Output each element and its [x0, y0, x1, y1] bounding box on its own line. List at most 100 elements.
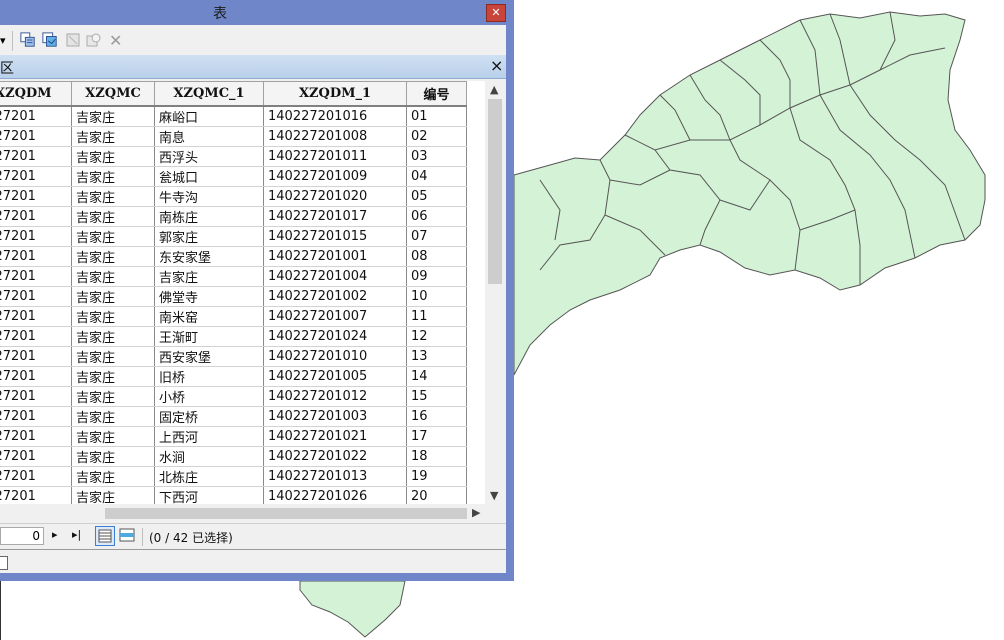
cell-number[interactable]: 12	[406, 326, 467, 347]
table-row[interactable]: 27201吉家庄南栋庄14022720101706	[0, 206, 467, 227]
cell-number[interactable]: 01	[406, 106, 467, 127]
table-row[interactable]: 27201吉家庄上西河14022720102117	[0, 426, 467, 447]
table-row[interactable]: 27201吉家庄牛寺沟14022720102005	[0, 186, 467, 207]
cell-xzqmc[interactable]: 吉家庄	[71, 226, 155, 247]
cell-xzqmc[interactable]: 吉家庄	[71, 426, 155, 447]
table-row[interactable]: 27201吉家庄佛堂寺14022720100210	[0, 286, 467, 307]
cell-xzqdm[interactable]: 27201	[0, 306, 72, 327]
map-region-south[interactable]	[299, 580, 406, 638]
cell-xzqdm-1[interactable]: 140227201004	[263, 266, 407, 287]
cell-xzqmc-1[interactable]: 北栋庄	[154, 466, 264, 487]
table-options-dropdown-icon[interactable]: ▾	[0, 34, 6, 50]
cell-xzqdm-1[interactable]: 140227201007	[263, 306, 407, 327]
cell-xzqdm[interactable]: 27201	[0, 166, 72, 187]
table-row[interactable]: 27201吉家庄北栋庄14022720101319	[0, 466, 467, 487]
table-row[interactable]: 27201吉家庄西安家堡14022720101013	[0, 346, 467, 367]
cell-number[interactable]: 16	[406, 406, 467, 427]
cell-xzqmc[interactable]: 吉家庄	[71, 366, 155, 387]
cell-xzqmc[interactable]: 吉家庄	[71, 346, 155, 367]
cell-xzqdm[interactable]: 27201	[0, 446, 72, 467]
delete-selected-icon[interactable]: ✕	[109, 31, 122, 50]
table-row[interactable]: 27201吉家庄西浮头14022720101103	[0, 146, 467, 167]
cell-xzqmc[interactable]: 吉家庄	[71, 126, 155, 147]
cell-number[interactable]: 15	[406, 386, 467, 407]
cell-xzqdm[interactable]: 27201	[0, 226, 72, 247]
cell-xzqmc-1[interactable]: 瓮城口	[154, 166, 264, 187]
cell-number[interactable]: 02	[406, 126, 467, 147]
cell-xzqdm-1[interactable]: 140227201011	[263, 146, 407, 167]
horizontal-scroll-thumb[interactable]	[105, 508, 467, 519]
cell-xzqdm-1[interactable]: 140227201021	[263, 426, 407, 447]
cell-xzqmc-1[interactable]: 旧桥	[154, 366, 264, 387]
column-header-xzqdm-1[interactable]: XZQDM_1	[263, 81, 407, 107]
cell-number[interactable]: 07	[406, 226, 467, 247]
column-header-xzqmc[interactable]: XZQMC	[71, 81, 155, 107]
cell-xzqmc-1[interactable]: 王渐町	[154, 326, 264, 347]
cell-number[interactable]: 06	[406, 206, 467, 227]
cell-number[interactable]: 19	[406, 466, 467, 487]
cell-xzqdm-1[interactable]: 140227201005	[263, 366, 407, 387]
table-row[interactable]: 27201吉家庄南息14022720100802	[0, 126, 467, 147]
vertical-scrollbar[interactable]: ▲ ▼	[485, 81, 506, 504]
cell-xzqmc-1[interactable]: 吉家庄	[154, 266, 264, 287]
cell-xzqmc-1[interactable]: 佛堂寺	[154, 286, 264, 307]
cell-xzqdm-1[interactable]: 140227201002	[263, 286, 407, 307]
window-close-button[interactable]: ✕	[486, 4, 506, 22]
table-tab-label[interactable]: 区	[0, 58, 14, 78]
column-header-number[interactable]: 编号	[406, 81, 467, 107]
cell-xzqdm-1[interactable]: 140227201017	[263, 206, 407, 227]
cell-number[interactable]: 04	[406, 166, 467, 187]
scroll-right-arrow-icon[interactable]: ▶	[472, 506, 480, 519]
table-row[interactable]: 27201吉家庄吉家庄14022720100409	[0, 266, 467, 287]
cell-xzqdm[interactable]: 27201	[0, 326, 72, 347]
cell-number[interactable]: 10	[406, 286, 467, 307]
cell-xzqdm-1[interactable]: 140227201020	[263, 186, 407, 207]
cell-xzqdm[interactable]: 27201	[0, 286, 72, 307]
cell-xzqmc-1[interactable]: 上西河	[154, 426, 264, 447]
table-row[interactable]: 27201吉家庄小桥14022720101215	[0, 386, 467, 407]
cell-xzqmc[interactable]: 吉家庄	[71, 286, 155, 307]
horizontal-scrollbar[interactable]: ▶	[0, 504, 485, 522]
cell-xzqdm-1[interactable]: 140227201012	[263, 386, 407, 407]
scroll-up-arrow-icon[interactable]: ▲	[490, 83, 498, 96]
cell-xzqdm[interactable]: 27201	[0, 406, 72, 427]
cell-xzqdm[interactable]: 27201	[0, 386, 72, 407]
cell-number[interactable]: 03	[406, 146, 467, 167]
table-window[interactable]: 表 ✕ ▾ ✕ 区 × XZQDM XZQMC XZQMC_1 XZQDM_1 …	[0, 0, 514, 581]
cell-xzqdm-1[interactable]: 140227201008	[263, 126, 407, 147]
cell-number[interactable]: 11	[406, 306, 467, 327]
cell-xzqmc[interactable]: 吉家庄	[71, 106, 155, 127]
cell-xzqdm[interactable]: 27201	[0, 246, 72, 267]
cell-xzqdm[interactable]: 27201	[0, 206, 72, 227]
cell-xzqmc-1[interactable]: 东安家堡	[154, 246, 264, 267]
cell-xzqmc-1[interactable]: 南米窑	[154, 306, 264, 327]
cell-xzqdm-1[interactable]: 140227201015	[263, 226, 407, 247]
table-row[interactable]: 27201吉家庄郭家庄14022720101507	[0, 226, 467, 247]
cell-xzqmc[interactable]: 吉家庄	[71, 326, 155, 347]
table-row[interactable]: 27201吉家庄南米窑14022720100711	[0, 306, 467, 327]
cell-number[interactable]: 14	[406, 366, 467, 387]
cell-xzqdm-1[interactable]: 140227201022	[263, 446, 407, 467]
select-by-attributes-icon[interactable]	[19, 32, 37, 48]
cell-xzqmc[interactable]: 吉家庄	[71, 406, 155, 427]
cell-xzqmc[interactable]: 吉家庄	[71, 186, 155, 207]
cell-xzqmc-1[interactable]: 南息	[154, 126, 264, 147]
last-record-button[interactable]: ▸|	[72, 528, 81, 541]
cell-xzqdm-1[interactable]: 140227201001	[263, 246, 407, 267]
cell-xzqmc[interactable]: 吉家庄	[71, 146, 155, 167]
cell-xzqdm[interactable]: 27201	[0, 366, 72, 387]
cell-xzqdm-1[interactable]: 140227201003	[263, 406, 407, 427]
cell-number[interactable]: 09	[406, 266, 467, 287]
cell-xzqdm-1[interactable]: 140227201013	[263, 466, 407, 487]
cell-xzqmc[interactable]: 吉家庄	[71, 446, 155, 467]
township-polygons[interactable]	[513, 11, 986, 376]
clear-selection-icon[interactable]	[66, 32, 80, 48]
vertical-scroll-thumb[interactable]	[488, 99, 502, 284]
cell-xzqmc-1[interactable]: 下西河	[154, 486, 264, 504]
table-row[interactable]: 27201吉家庄王渐町14022720102412	[0, 326, 467, 347]
cell-xzqmc[interactable]: 吉家庄	[71, 306, 155, 327]
cell-number[interactable]: 08	[406, 246, 467, 267]
cell-number[interactable]: 20	[406, 486, 467, 504]
cell-xzqmc-1[interactable]: 西安家堡	[154, 346, 264, 367]
next-record-button[interactable]: ▸	[52, 528, 58, 541]
